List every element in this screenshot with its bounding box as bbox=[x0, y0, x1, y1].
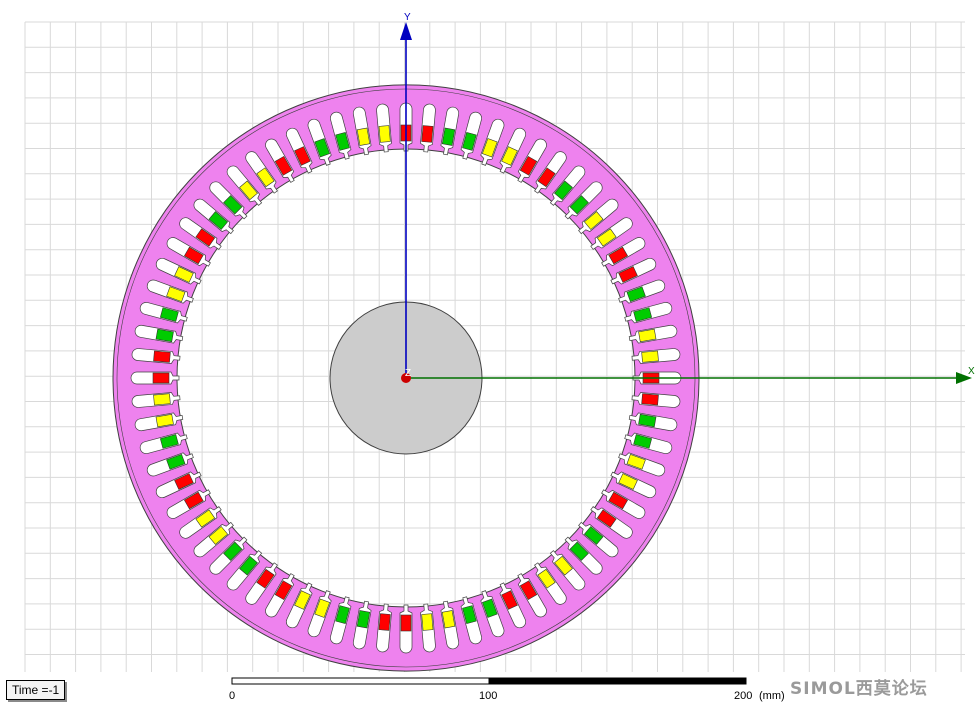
y-axis-label: Y bbox=[404, 12, 411, 23]
winding-coil[interactable] bbox=[421, 125, 434, 143]
winding-coil[interactable] bbox=[641, 350, 659, 363]
z-axis-label: Z bbox=[405, 368, 411, 379]
winding-coil[interactable] bbox=[153, 393, 171, 406]
y-axis-arrow-icon bbox=[400, 22, 412, 40]
forum-watermark: SIMOL西莫论坛 bbox=[790, 679, 928, 699]
scale-bar-black-segment bbox=[488, 677, 747, 685]
winding-coil[interactable] bbox=[400, 614, 412, 632]
model-viewport[interactable]: X Y Z 0 100 200 (mm) bbox=[0, 0, 978, 704]
winding-coil[interactable] bbox=[152, 372, 170, 384]
time-indicator: Time =-1 bbox=[6, 680, 66, 700]
winding-coil[interactable] bbox=[641, 393, 659, 406]
scale-unit: (mm) bbox=[759, 690, 785, 702]
stator-slot[interactable] bbox=[399, 604, 413, 654]
stator-slot[interactable] bbox=[130, 371, 180, 385]
winding-coil[interactable] bbox=[421, 613, 434, 631]
scale-tick-100: 100 bbox=[479, 690, 497, 702]
winding-coil[interactable] bbox=[153, 350, 171, 363]
winding-coil[interactable] bbox=[378, 613, 391, 631]
winding-coil[interactable] bbox=[378, 125, 391, 143]
x-axis-label: X bbox=[968, 366, 975, 377]
scale-tick-0: 0 bbox=[229, 690, 235, 702]
scale-tick-200: 200 bbox=[734, 690, 752, 702]
scale-bar: 0 100 200 (mm) bbox=[229, 677, 785, 702]
scale-bar-white-segment bbox=[231, 677, 490, 685]
